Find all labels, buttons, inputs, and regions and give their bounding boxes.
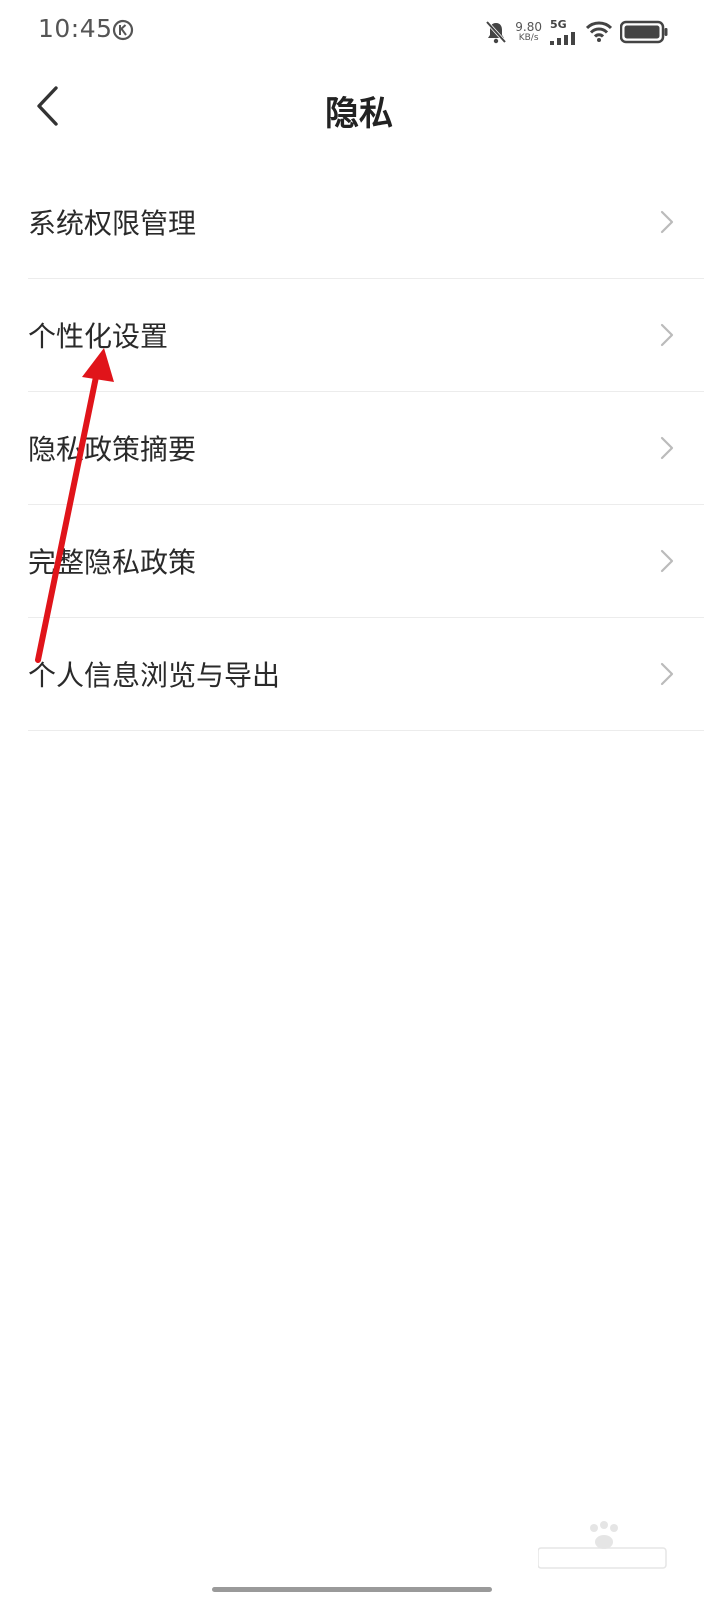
- page-title: 隐私: [325, 94, 393, 134]
- net-speed-value: 9.80: [515, 20, 542, 34]
- network-type: 5G: [550, 18, 567, 31]
- menu-item-privacy-summary[interactable]: 隐私政策摘要: [28, 392, 704, 505]
- signal-icon: [550, 32, 575, 45]
- menu-item-full-privacy-policy[interactable]: 完整隐私政策: [28, 505, 704, 618]
- menu-item-personal-info-export[interactable]: 个人信息浏览与导出: [28, 618, 704, 731]
- bell-muted-icon: [485, 20, 507, 44]
- home-indicator[interactable]: [212, 1587, 492, 1592]
- privacy-menu-list: 系统权限管理 个性化设置 隐私政策摘要 完整隐私政策 个人信息浏览与导出: [28, 166, 704, 731]
- net-speed: 9.80 KB/s: [515, 21, 542, 43]
- menu-item-label: 完整隐私政策: [28, 546, 197, 579]
- chevron-right-icon: [660, 436, 674, 460]
- battery-icon: [620, 20, 668, 44]
- wifi-icon: [586, 21, 612, 42]
- chevron-right-icon: [660, 662, 674, 686]
- menu-item-label: 隐私政策摘要: [28, 433, 197, 466]
- status-icons: 9.80 KB/s 5G: [485, 14, 668, 50]
- status-bar: 10:45 9.80 KB/s 5G: [0, 0, 718, 64]
- menu-item-system-permissions[interactable]: 系统权限管理: [28, 166, 704, 279]
- chevron-right-icon: [660, 210, 674, 234]
- menu-item-label: 系统权限管理: [28, 207, 197, 240]
- status-time: 10:45: [38, 14, 113, 43]
- header: 隐私: [0, 64, 718, 154]
- menu-item-label: 个人信息浏览与导出: [28, 659, 281, 692]
- net-speed-unit: KB/s: [518, 33, 539, 43]
- menu-item-label: 个性化设置: [28, 320, 169, 353]
- chevron-right-icon: [660, 549, 674, 573]
- menu-item-personalization[interactable]: 个性化设置: [28, 279, 704, 392]
- k-icon: [112, 19, 134, 41]
- chevron-right-icon: [660, 323, 674, 347]
- watermark-logo: [538, 1521, 667, 1569]
- cellular-signal: 5G: [550, 19, 576, 45]
